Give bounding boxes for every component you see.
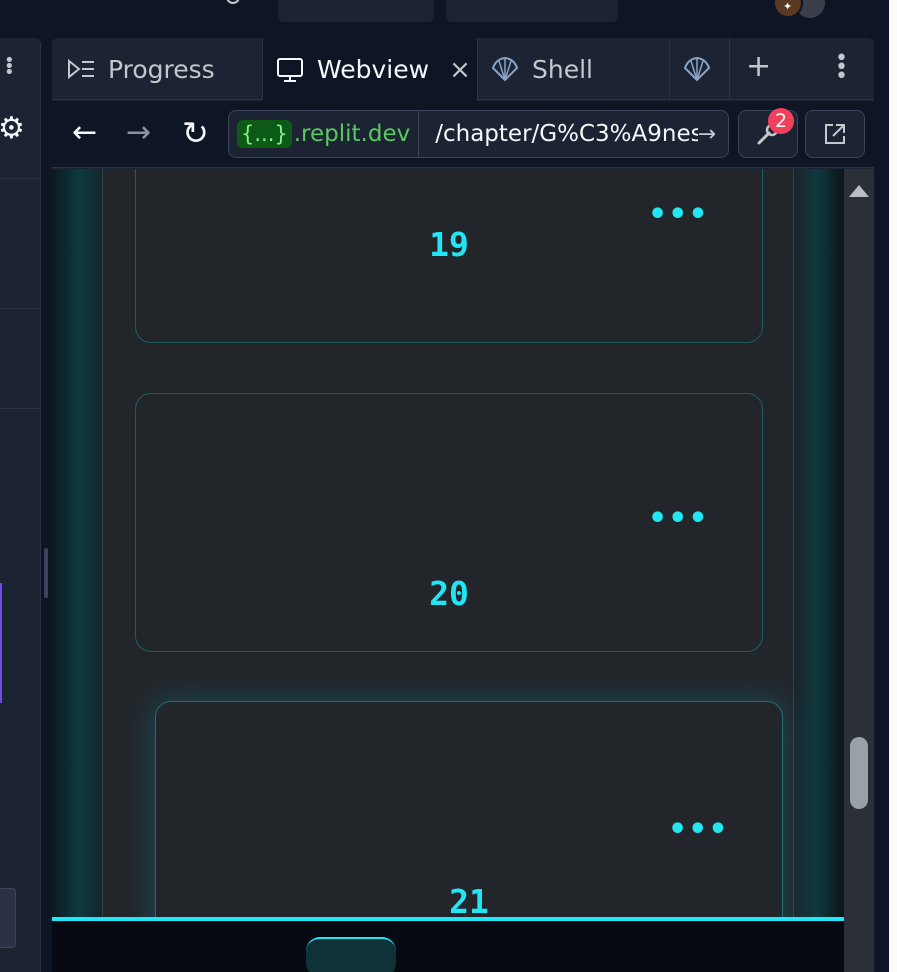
chapter-card[interactable]: ••• 19 (135, 169, 763, 343)
close-tab-icon[interactable]: × (449, 55, 471, 85)
tab-menu-icon[interactable]: • • • (835, 48, 848, 88)
header-button[interactable] (278, 0, 434, 22)
left-pane: • • • ⚙ (0, 38, 41, 972)
gear-icon[interactable]: ⚙ (0, 114, 25, 144)
url-bar: ← → ↻ {...} .replit.dev /chapter/G%C3%A9… (52, 101, 874, 168)
scroll-up-icon[interactable] (849, 185, 869, 197)
bottom-nav-item[interactable] (306, 937, 396, 972)
pane-resize-handle[interactable] (44, 548, 48, 598)
tab-progress[interactable]: Progress (52, 38, 263, 100)
sparkle-icon: ✦ (783, 0, 793, 13)
chapter-number: 19 (429, 225, 469, 264)
new-tab-button[interactable]: + (746, 52, 771, 82)
more-options-icon[interactable]: ••• (668, 815, 729, 845)
top-header: ✦ (0, 0, 897, 38)
tab-label: Webview (317, 55, 430, 84)
selection-indicator (0, 583, 2, 703)
window-edge (889, 0, 897, 972)
collapsed-panel-button[interactable] (0, 888, 16, 948)
search-icon[interactable] (226, 0, 240, 4)
chapter-number: 21 (449, 882, 489, 921)
progress-icon (68, 58, 94, 80)
header-button[interactable] (446, 0, 618, 22)
tab-shell[interactable]: Shell (478, 38, 670, 100)
go-arrow-icon[interactable]: → (698, 122, 728, 147)
bottom-nav (52, 921, 844, 972)
host-domain: .replit.dev (293, 121, 411, 147)
chapter-card[interactable]: ••• 20 (135, 393, 763, 652)
webview-panel: Progress Webview × Shell + • • • ← → ↻ {… (52, 38, 874, 972)
chapter-number: 20 (429, 574, 469, 613)
more-options-icon[interactable]: ••• (648, 504, 709, 534)
divider (0, 408, 41, 409)
url-host[interactable]: {...} .replit.dev (229, 111, 420, 157)
tab-webview[interactable]: Webview × (263, 38, 478, 101)
open-in-new-tab-button[interactable] (805, 110, 865, 158)
divider (0, 308, 41, 309)
external-link-icon (825, 124, 845, 144)
scroll-thumb[interactable] (850, 737, 868, 809)
tab-bar: Progress Webview × Shell + • • • (52, 38, 874, 101)
tab-label: Shell (532, 54, 593, 84)
right-glow (794, 169, 844, 972)
webview-content: ••• 19 ••• 20 ••• 21 (52, 169, 844, 972)
devtools-badge: 2 (768, 108, 794, 134)
url-path-input[interactable]: /chapter/G%C3%A9nes (419, 121, 697, 147)
tab-shell-2[interactable] (670, 38, 730, 100)
divider (0, 178, 41, 179)
address-field[interactable]: {...} .replit.dev /chapter/G%C3%A9nes → (228, 110, 729, 158)
back-button[interactable]: ← (72, 118, 97, 148)
ai-avatar[interactable]: ✦ (773, 0, 803, 18)
forward-button[interactable]: → (126, 118, 151, 148)
monitor-icon (277, 57, 303, 82)
kebab-menu-icon[interactable]: • • • (4, 52, 15, 82)
more-options-icon[interactable]: ••• (648, 200, 709, 230)
reload-button[interactable]: ↻ (182, 117, 209, 149)
left-glow (52, 169, 102, 972)
tab-label: Progress (108, 54, 215, 84)
chapter-list: ••• 19 ••• 20 ••• 21 (102, 169, 794, 972)
replit-workspace: ✦ • • • ⚙ Progress Webview × Shell + • •… (0, 0, 897, 972)
shell-icon (683, 56, 711, 82)
host-chip: {...} (237, 120, 292, 148)
scrollbar[interactable] (844, 169, 874, 972)
shell-icon (491, 56, 519, 82)
